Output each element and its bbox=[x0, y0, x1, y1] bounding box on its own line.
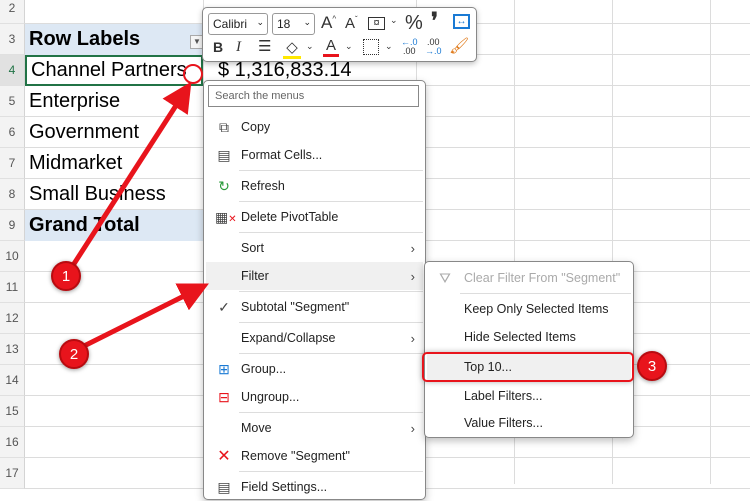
arrow-1 bbox=[67, 81, 192, 272]
annotation-badge-1: 1 bbox=[51, 261, 81, 291]
annotation-arrows bbox=[67, 64, 209, 351]
annotation-badge-2: 2 bbox=[59, 339, 89, 369]
arrow-2 bbox=[78, 283, 209, 351]
annotation-badge-3: 3 bbox=[637, 351, 667, 381]
target-circle bbox=[183, 64, 203, 84]
